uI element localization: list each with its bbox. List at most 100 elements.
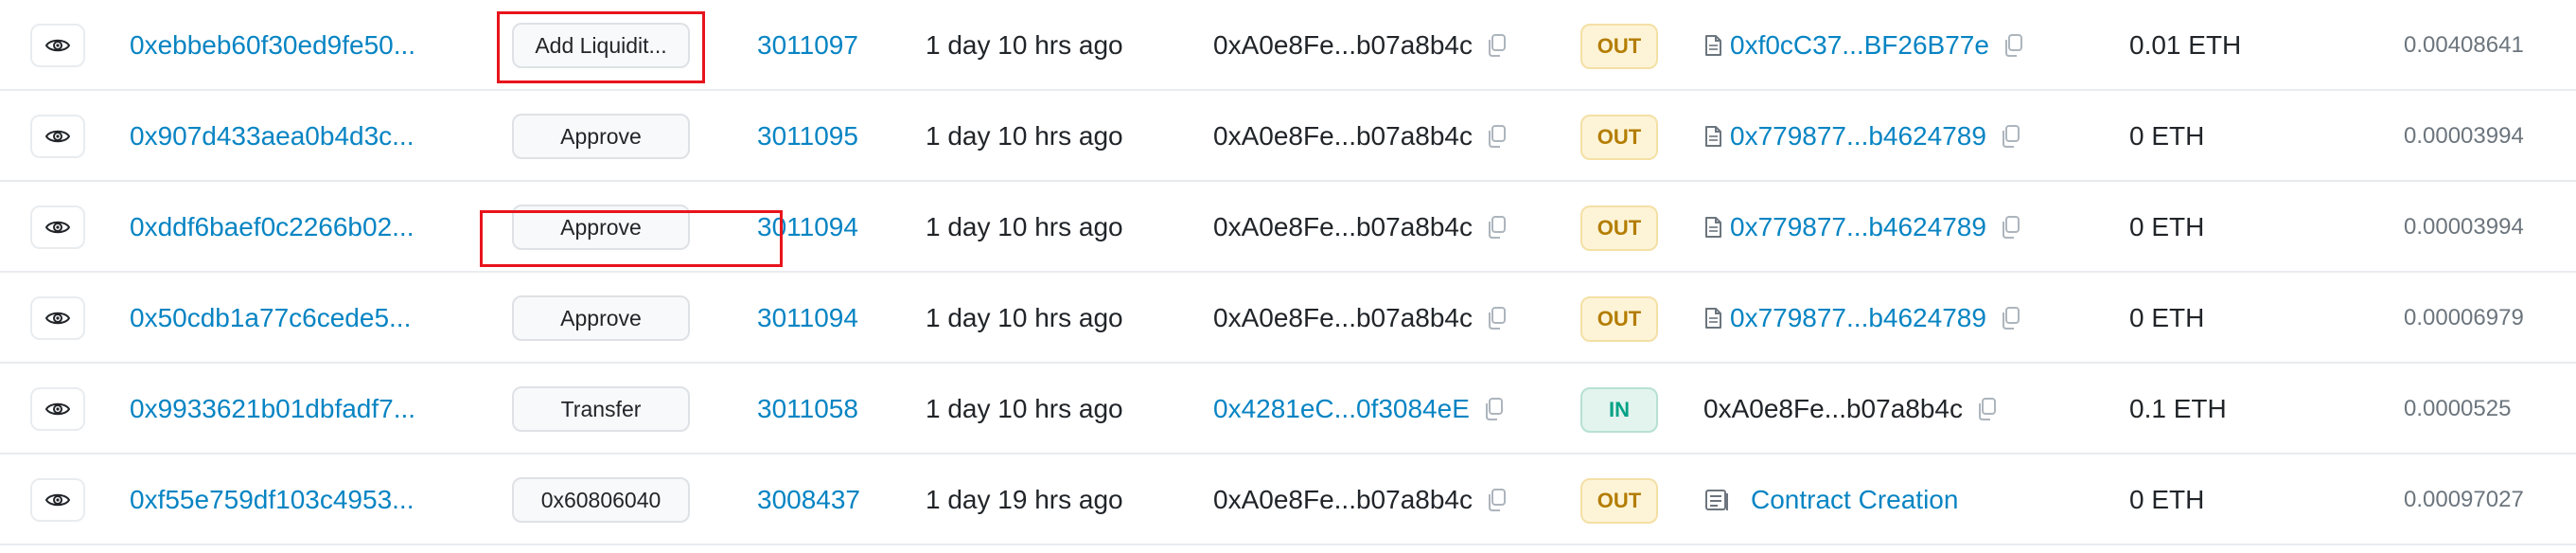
tx-fee: 0.00003994 (2404, 123, 2524, 149)
tx-fee: 0.0000525 (2404, 396, 2512, 421)
view-details-button[interactable] (30, 387, 85, 431)
view-details-button[interactable] (30, 24, 85, 67)
tx-age: 1 day 10 hrs ago (926, 30, 1123, 60)
block-link[interactable]: 3011094 (757, 182, 858, 273)
document-icon (1703, 307, 1722, 330)
to-cell: 0xf0cC37...BF26B77e (1703, 0, 2023, 91)
copy-icon[interactable] (2000, 124, 2020, 149)
copy-icon[interactable] (1483, 397, 1504, 421)
contract-creation-icon (1703, 488, 1730, 512)
from-address: 0xA0e8Fe...b07a8b4c (1213, 212, 1473, 241)
copy-icon[interactable] (2003, 33, 2023, 58)
tx-fee: 0.00006979 (2404, 305, 2524, 330)
block-link[interactable]: 3011095 (757, 91, 858, 182)
copy-icon[interactable] (1486, 488, 1507, 512)
transactions-table: 0xebbeb60f30ed9fe50... Add Liquidit... 301… (0, 0, 2576, 553)
method-label: Add Liquidit... (535, 32, 667, 58)
to-address: 0xA0e8Fe...b07a8b4c (1703, 394, 1963, 423)
block-link[interactable]: 3008437 (757, 455, 860, 545)
method-badge: Approve (512, 205, 690, 250)
to-cell: 0xA0e8Fe...b07a8b4c (1703, 364, 1997, 455)
block-link[interactable]: 3011097 (757, 0, 858, 91)
eye-icon (45, 310, 70, 327)
copy-icon[interactable] (1486, 215, 1507, 240)
method-label: 0x60806040 (540, 487, 662, 512)
from-address: 0xA0e8Fe...b07a8b4c (1213, 485, 1473, 514)
tx-age: 1 day 10 hrs ago (926, 303, 1123, 332)
from-cell: 0x4281eC...0f3084eE (1213, 364, 1504, 455)
tx-value: 0 ETH (2129, 485, 2205, 514)
tx-age: 1 day 10 hrs ago (926, 212, 1123, 241)
tx-hash-link[interactable]: 0x907d433aea0b4d3c... (130, 91, 432, 182)
from-address: 0xA0e8Fe...b07a8b4c (1213, 121, 1473, 151)
to-address[interactable]: 0xf0cC37...BF26B77e (1730, 30, 1989, 61)
from-cell: 0xA0e8Fe...b07a8b4c (1213, 273, 1507, 364)
eye-icon (45, 128, 70, 145)
tx-age: 1 day 10 hrs ago (926, 121, 1123, 151)
from-address[interactable]: 0x4281eC...0f3084eE (1213, 394, 1470, 424)
copy-icon[interactable] (1486, 306, 1507, 330)
from-cell: 0xA0e8Fe...b07a8b4c (1213, 455, 1507, 545)
block-link[interactable]: 3011058 (757, 364, 858, 455)
table-row: 0x9933621b01dbfadf7... Transfer 3011058 1 d… (0, 364, 2576, 455)
eye-icon (45, 401, 70, 418)
tx-hash-link[interactable]: 0xf55e759df103c4953... (130, 455, 432, 545)
view-details-button[interactable] (30, 205, 85, 249)
direction-badge: IN (1580, 387, 1658, 433)
copy-icon[interactable] (2000, 215, 2020, 240)
tx-hash-link[interactable]: 0x9933621b01dbfadf7... (130, 364, 432, 455)
to-cell: 0x779877...b4624789 (1703, 91, 2020, 182)
to-address[interactable]: 0x779877...b4624789 (1730, 212, 1986, 242)
document-icon (1703, 125, 1722, 148)
copy-icon[interactable] (1976, 397, 1997, 421)
table-row: 0x907d433aea0b4d3c... Approve 3011095 1 day… (0, 91, 2576, 182)
direction-badge: OUT (1580, 24, 1658, 69)
tx-hash-link[interactable]: 0xddf6baef0c2266b02... (130, 182, 432, 273)
to-cell: 0x779877...b4624789 (1703, 182, 2020, 273)
method-label: Approve (560, 214, 642, 240)
from-cell: 0xA0e8Fe...b07a8b4c (1213, 91, 1507, 182)
direction-badge: OUT (1580, 115, 1658, 160)
direction-badge: OUT (1580, 296, 1658, 342)
tx-value: 0 ETH (2129, 303, 2205, 332)
copy-icon[interactable] (2000, 306, 2020, 330)
tx-hash-link[interactable]: 0x50cdb1a77c6cede5... (130, 273, 432, 364)
tx-fee: 0.00408641 (2404, 32, 2524, 58)
to-address[interactable]: Contract Creation (1751, 485, 1958, 515)
direction-badge: OUT (1580, 478, 1658, 524)
tx-fee: 0.00003994 (2404, 214, 2524, 240)
copy-icon[interactable] (1486, 33, 1507, 58)
method-label: Approve (560, 305, 642, 330)
method-label: Transfer (560, 396, 642, 421)
tx-value: 0 ETH (2129, 121, 2205, 151)
method-badge: Approve (512, 295, 690, 341)
view-details-button[interactable] (30, 296, 85, 340)
tx-age: 1 day 19 hrs ago (926, 485, 1123, 514)
eye-icon (45, 37, 70, 54)
table-row: 0x50cdb1a77c6cede5... Approve 3011094 1 day… (0, 273, 2576, 364)
method-badge: Transfer (512, 386, 690, 432)
block-link[interactable]: 3011094 (757, 273, 858, 364)
tx-value: 0.01 ETH (2129, 30, 2242, 60)
view-details-button[interactable] (30, 478, 85, 522)
tx-value: 0.1 ETH (2129, 394, 2227, 423)
tx-hash-link[interactable]: 0xebbeb60f30ed9fe50... (130, 0, 432, 91)
to-address[interactable]: 0x779877...b4624789 (1730, 303, 1986, 333)
direction-badge: OUT (1580, 205, 1658, 251)
copy-icon[interactable] (1486, 124, 1507, 149)
tx-age: 1 day 10 hrs ago (926, 394, 1123, 423)
method-label: Approve (560, 123, 642, 149)
from-cell: 0xA0e8Fe...b07a8b4c (1213, 182, 1507, 273)
method-badge: Add Liquidit... (512, 23, 690, 68)
method-badge: Approve (512, 114, 690, 159)
to-address[interactable]: 0x779877...b4624789 (1730, 121, 1986, 152)
from-cell: 0xA0e8Fe...b07a8b4c (1213, 0, 1507, 91)
document-icon (1703, 216, 1722, 239)
tx-value: 0 ETH (2129, 212, 2205, 241)
to-cell: Contract Creation (1703, 455, 1958, 545)
table-row: 0xddf6baef0c2266b02... Approve 3011094 1 da… (0, 182, 2576, 273)
table-row: 0xf55e759df103c4953... 0x60806040 3008437 1… (0, 455, 2576, 545)
method-badge: 0x60806040 (512, 477, 690, 523)
to-cell: 0x779877...b4624789 (1703, 273, 2020, 364)
view-details-button[interactable] (30, 115, 85, 158)
